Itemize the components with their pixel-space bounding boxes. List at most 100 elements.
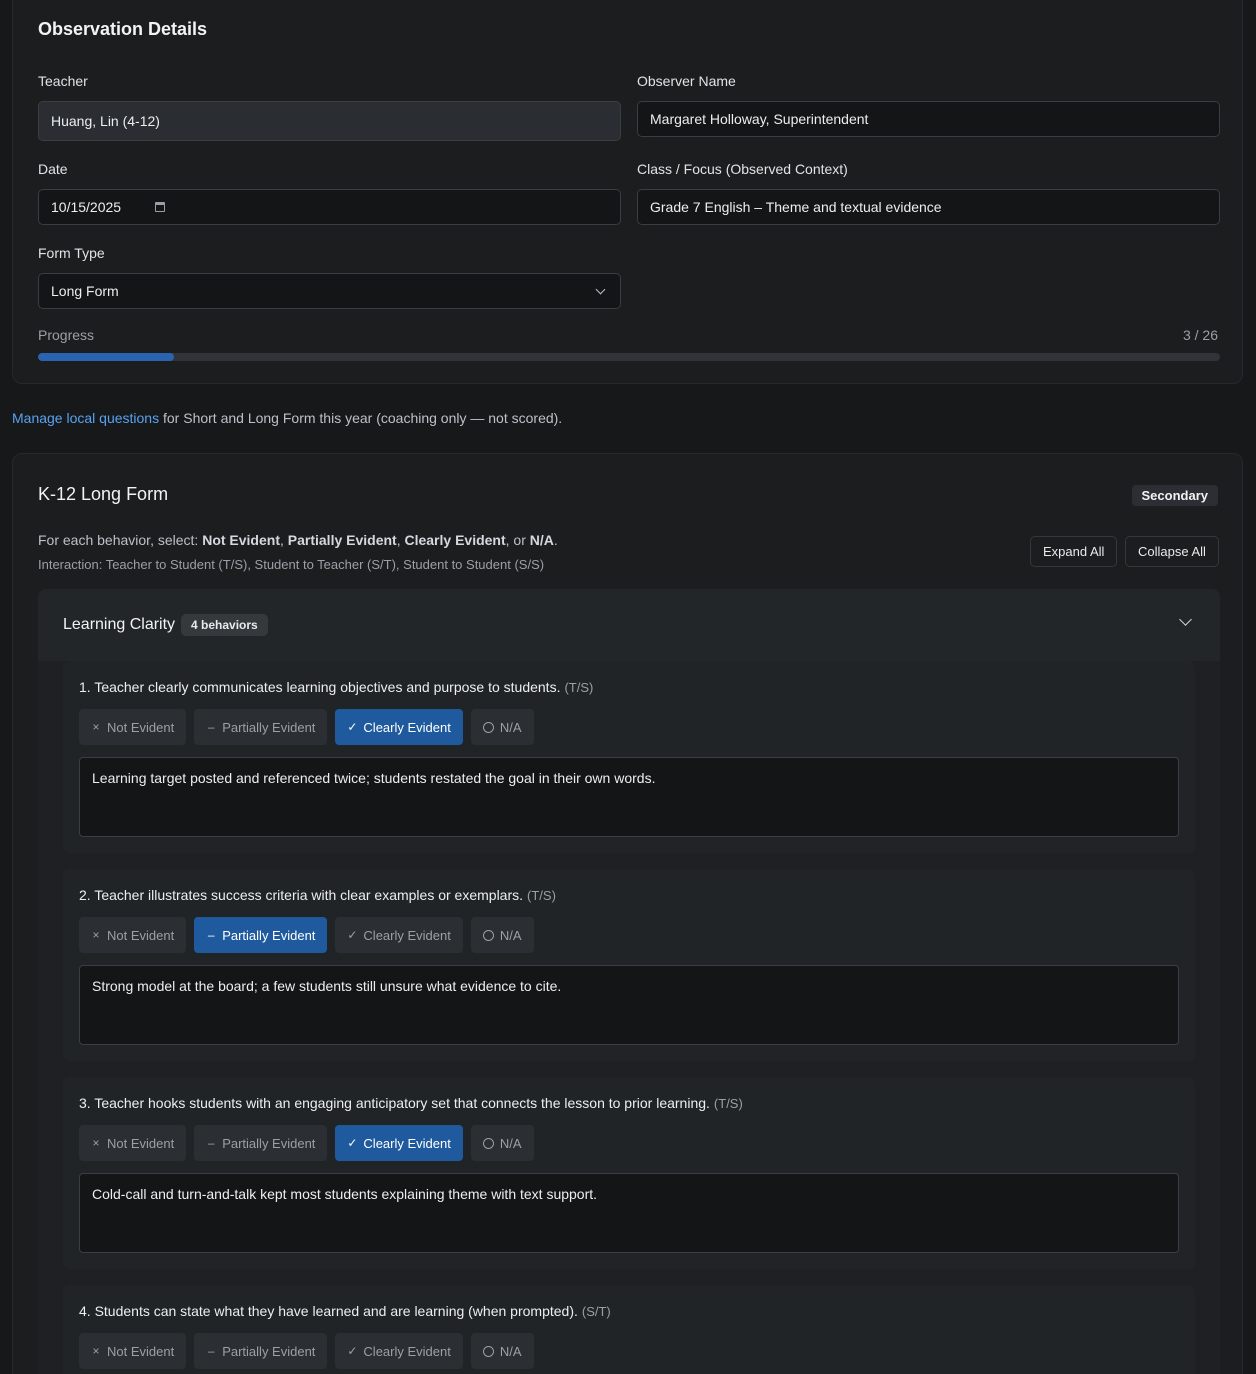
date-label: Date [38,161,68,177]
option-label: Partially Evident [222,719,316,735]
chevron-down-icon [595,284,606,295]
option-label: Clearly Evident [363,719,451,735]
observation-details-title: Observation Details [38,19,208,39]
rating-options: × Not Evident – Partially Evident ✓ Clearly E… [79,1125,534,1161]
instructions-partially-evident: Partially Evident [287,532,397,548]
behavior-statement: 2. Teacher illustrates success criteria … [79,887,524,903]
option-partial[interactable]: – Partially Evident [194,1333,328,1369]
form-type-select[interactable]: Long Form [38,273,621,309]
option-label: N/A [499,1135,522,1151]
instructions: For each behavior, select: Not Evident , … [38,532,558,548]
behavior-text: 2. Teacher illustrates success criteria … [79,887,556,903]
long-form-card: K-12 Long Form Secondary For each behavi… [12,453,1243,1374]
interaction-legend: Interaction: Teacher to Student (T/S), S… [38,557,545,572]
option-label: N/A [499,927,522,943]
behavior-item: 3. Teacher hooks students with an engagi… [63,1077,1195,1269]
check-icon: ✓ [347,928,358,942]
behavior-item: 1. Teacher clearly communicates learning… [63,661,1195,853]
level-badge: Secondary [1131,485,1218,506]
behavior-item: 2. Teacher illustrates success criteria … [63,869,1195,1061]
form-type-label: Form Type [38,245,105,261]
circle-icon [482,721,494,733]
option-label: Partially Evident [222,1343,316,1359]
section-header-learning-clarity[interactable]: Learning Clarity 4 behaviors [38,589,1220,661]
minus-icon: – [207,720,215,734]
class-focus-label: Class / Focus (Observed Context) [637,161,848,177]
expand-all-button[interactable]: Expand All [1030,536,1118,567]
check-icon: ✓ [347,720,358,734]
option-clear[interactable]: ✓ Clearly Evident [335,709,463,745]
check-icon: ✓ [347,1344,358,1358]
interaction-code: (T/S) [564,680,594,695]
check-icon: ✓ [347,1136,358,1150]
option-clear[interactable]: ✓ Clearly Evident [335,1333,463,1369]
instructions-clearly-evident: Clearly Evident [404,532,506,548]
instructions-sep: , or [505,532,530,548]
interaction-code: (T/S) [527,888,556,903]
notes-textarea[interactable]: Cold-call and turn-and-talk kept most st… [79,1173,1179,1253]
option-partial[interactable]: – Partially Evident [194,1125,328,1161]
instructions-na: N/A [529,532,554,548]
instructions-sep: , [279,532,288,548]
calendar-icon[interactable] [155,202,165,212]
option-partial[interactable]: – Partially Evident [194,917,328,953]
option-not[interactable]: × Not Evident [79,1333,187,1369]
option-label: Partially Evident [222,1135,316,1151]
option-na[interactable]: N/A [470,917,534,953]
collapse-all-button[interactable]: Collapse All [1125,536,1219,567]
option-clear[interactable]: ✓ Clearly Evident [335,1125,463,1161]
option-na[interactable]: N/A [470,1333,534,1369]
progress-label: Progress [38,327,95,343]
class-focus-input[interactable] [637,189,1220,225]
notes-textarea[interactable]: Strong model at the board; a few student… [79,965,1179,1045]
option-label: Partially Evident [222,927,316,943]
notes-textarea[interactable]: Learning target posted and referenced tw… [79,757,1179,837]
option-label: Not Evident [107,927,175,943]
progress-count: 3 / 26 [1182,327,1218,343]
minus-icon: – [207,1344,215,1358]
observer-name-label: Observer Name [637,73,736,89]
instructions-prefix: For each behavior, select: [38,532,203,548]
interaction-code: (T/S) [713,1096,743,1111]
interaction-code: (S/T) [581,1304,611,1319]
circle-icon [482,929,494,941]
option-partial[interactable]: – Partially Evident [194,709,328,745]
option-label: Not Evident [107,719,175,735]
option-label: Clearly Evident [363,1343,451,1359]
circle-icon [482,1137,494,1149]
date-value: 10/15/2025 [51,199,122,215]
option-label: Clearly Evident [363,927,451,943]
progress-bar-fill [38,353,175,361]
option-label: Clearly Evident [363,1135,451,1151]
local-questions-note-text: for Short and Long Form this year (coach… [159,410,563,426]
option-not[interactable]: × Not Evident [79,1125,187,1161]
observation-details-card: Observation Details Teacher Huang, Lin (… [12,0,1243,384]
rating-options: × Not Evident – Partially Evident ✓ Clearly E… [79,709,534,745]
behavior-statement: 3. Teacher hooks students with an engagi… [79,1095,710,1111]
section-body: 1. Teacher clearly communicates learning… [38,661,1220,1374]
teacher-label: Teacher [38,73,88,89]
instructions-end: . [553,532,558,548]
behavior-statement: 1. Teacher clearly communicates learning… [79,679,561,695]
manage-local-questions-link[interactable]: Manage local questions [12,410,159,426]
observer-name-input[interactable] [637,101,1220,137]
rating-options: × Not Evident – Partially Evident ✓ Clearly E… [79,1333,534,1369]
option-label: Not Evident [107,1135,175,1151]
chevron-down-icon[interactable] [1179,613,1192,626]
minus-icon: – [207,1136,215,1150]
rating-options: × Not Evident – Partially Evident ✓ Clearly E… [79,917,534,953]
option-clear[interactable]: ✓ Clearly Evident [335,917,463,953]
x-icon: × [92,720,100,734]
behavior-text: 1. Teacher clearly communicates learning… [79,679,593,695]
option-na[interactable]: N/A [470,709,534,745]
circle-icon [482,1345,494,1357]
option-not[interactable]: × Not Evident [79,917,187,953]
form-type-value: Long Form [51,283,119,299]
option-na[interactable]: N/A [470,1125,534,1161]
date-input[interactable]: 10/15/2025 [38,189,621,225]
option-not[interactable]: × Not Evident [79,709,187,745]
progress-bar [38,353,1220,361]
behavior-text: 4. Students can state what they have lea… [79,1303,611,1319]
behavior-statement: 4. Students can state what they have lea… [79,1303,578,1319]
x-icon: × [92,1136,100,1150]
